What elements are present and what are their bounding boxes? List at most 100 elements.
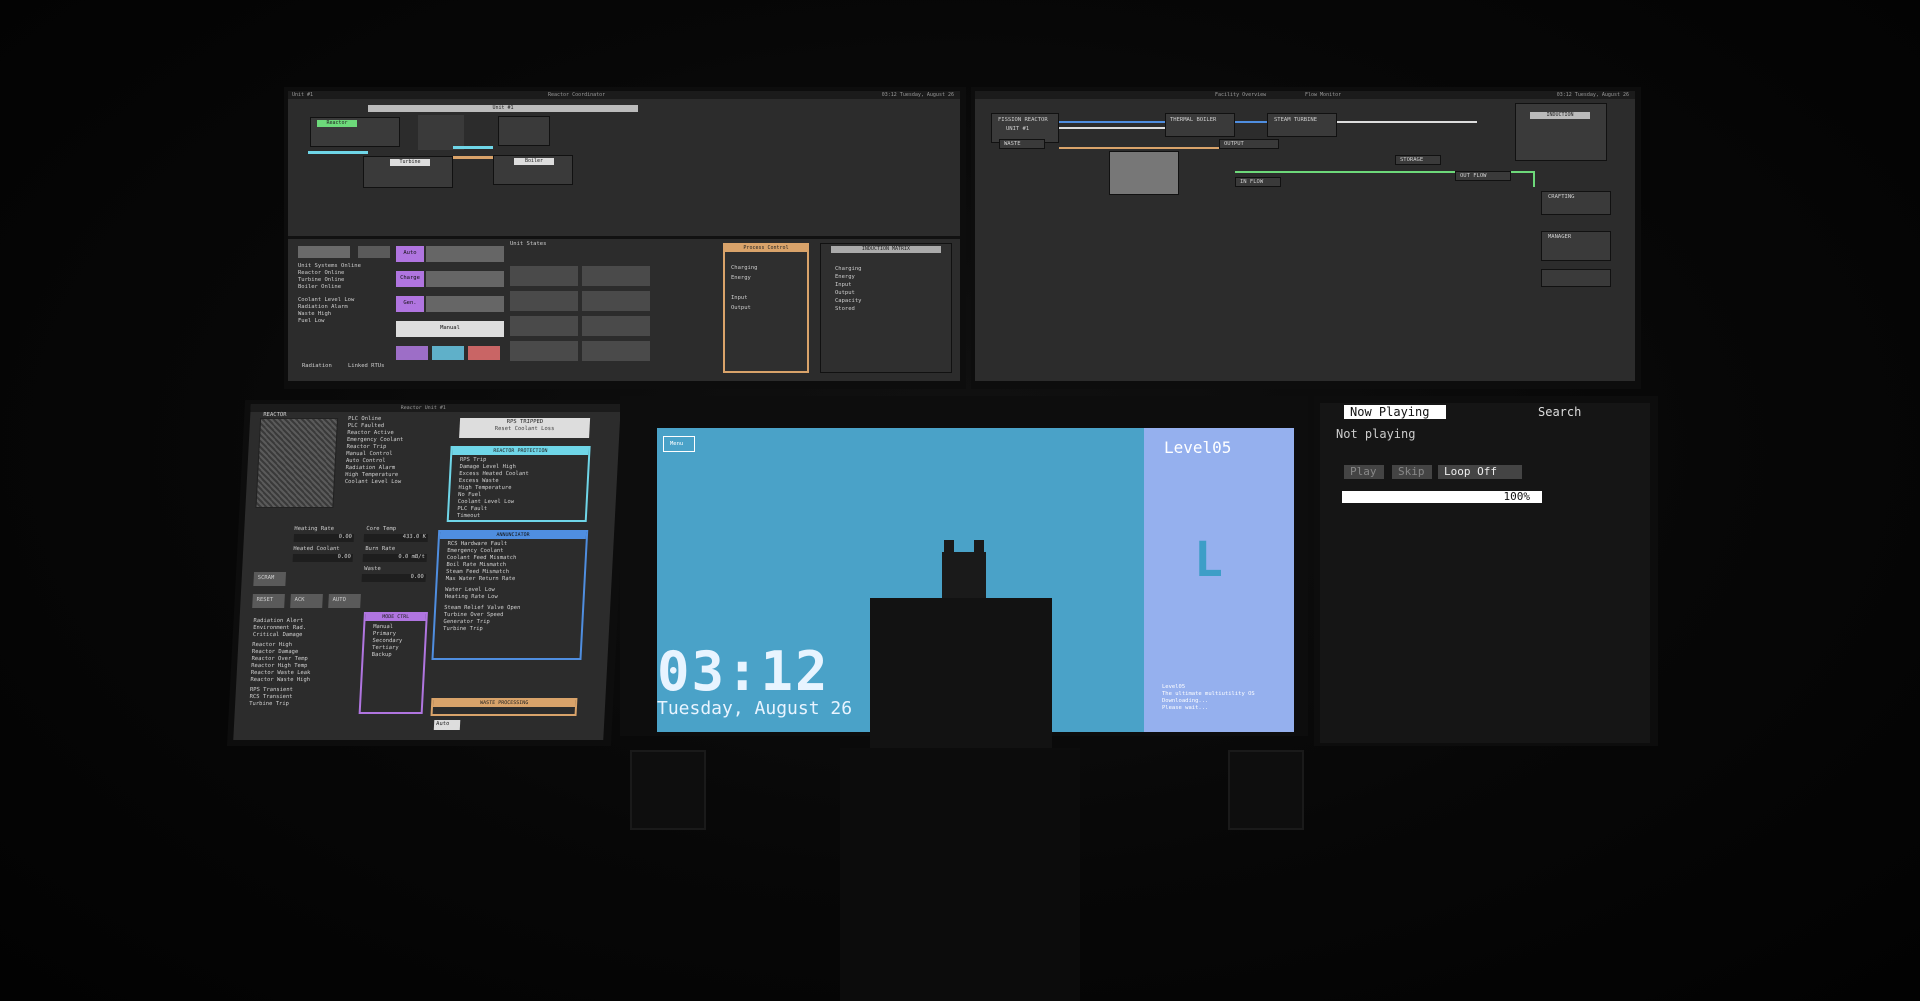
heated-value: 0.00 — [337, 554, 351, 560]
node-central[interactable] — [1109, 151, 1179, 195]
monitor-top-left: Unit #1 Reactor Coordinator 03:12 Tuesda… — [284, 87, 966, 389]
small-box-2: OUTPUT — [1219, 139, 1279, 149]
turbine-title: Turbine — [390, 159, 430, 166]
flow-line-orange — [1059, 147, 1229, 149]
media-player-screen[interactable]: Now Playing Search Not playing Play Skip… — [1320, 403, 1650, 743]
player-body — [870, 598, 1052, 748]
charge-button[interactable]: Charge — [396, 271, 424, 287]
readout-3: Input — [731, 295, 748, 301]
manual-button[interactable]: Manual — [396, 321, 504, 337]
reset-button[interactable]: RESET — [252, 594, 285, 608]
readout-heated-label: Heated Coolant — [293, 546, 340, 552]
small-box-6: CRAFTING — [1541, 191, 1611, 215]
waste-auto-label: Auto — [435, 721, 450, 727]
scram-button[interactable]: SCRAM — [253, 572, 287, 586]
screen-reactor-coordinator[interactable]: Unit #1 Reactor Coordinator 03:12 Tuesda… — [288, 91, 960, 381]
unit-state-6[interactable] — [582, 316, 650, 336]
mode-line-4[interactable]: Tertiary — [372, 645, 402, 652]
bar-left: Facility Overview — [1215, 92, 1267, 98]
readout-waste-label: Waste — [364, 566, 381, 572]
mode-line-5[interactable]: Backup — [371, 652, 401, 659]
unit-state-7[interactable] — [510, 341, 578, 361]
annunc-line-10: Turbine Over Speed — [443, 612, 504, 618]
ind-readout-1: Charging — [835, 266, 862, 272]
player-head — [942, 552, 986, 598]
status-line-2: Reactor Online — [298, 270, 345, 276]
unit-state-1[interactable] — [510, 266, 578, 286]
small-box-4: IN FLOW — [1235, 177, 1281, 187]
tab-now-playing[interactable]: Now Playing — [1344, 405, 1446, 419]
waste-auto-button[interactable]: Auto — [433, 720, 461, 730]
node-steam-turbine[interactable]: STEAM TURBINE — [1267, 113, 1337, 137]
mode-panel: MODE CTRL Manual Primary Secondary Terti… — [358, 612, 428, 714]
left-line-10: RPS Transient — [249, 687, 294, 693]
unit-state-2[interactable] — [582, 266, 650, 286]
color-swatch-1[interactable] — [396, 346, 428, 360]
gen-label: Gen. — [403, 300, 417, 306]
small-box-3: STORAGE — [1395, 155, 1441, 165]
menu-button[interactable]: Menu — [663, 436, 695, 452]
turbine-box: Turbine — [363, 156, 453, 188]
left-line-11: RCS Transient — [249, 694, 293, 700]
node-induction[interactable]: INDUCTION — [1515, 103, 1607, 161]
rps-line-2: Damage Level High — [459, 464, 517, 470]
alarm-line-2: Radiation Alarm — [298, 304, 348, 310]
volume-slider[interactable]: 100% — [1342, 491, 1542, 503]
unit-state-8[interactable] — [582, 341, 650, 361]
loop-button[interactable]: Loop Off — [1438, 465, 1522, 479]
unit-label: Unit #1 — [368, 105, 638, 112]
side-text-2: The ultimate multiutility OS — [1162, 691, 1255, 697]
status-list: PLC Online PLC Faulted Reactor Active Em… — [345, 416, 405, 486]
status-9: High Temperature — [344, 472, 399, 478]
tab-search[interactable]: Search — [1538, 405, 1581, 419]
reactor-title: Reactor — [317, 120, 357, 127]
ack-button[interactable]: ACK — [290, 594, 323, 608]
small-box-1: WASTE — [999, 139, 1045, 149]
unit-state-4[interactable] — [582, 291, 650, 311]
gen-button[interactable]: Gen. — [396, 296, 424, 312]
waste-panel: WASTE PROCESSING — [430, 698, 578, 716]
charge-label: Charge — [400, 275, 420, 281]
left-line-5: Reactor Damage — [251, 649, 299, 655]
color-swatch-2[interactable] — [432, 346, 464, 360]
unit-state-3[interactable] — [510, 291, 578, 311]
status-7: Auto Control — [345, 458, 386, 464]
play-button[interactable]: Play — [1344, 465, 1384, 479]
readout-coretemp-value: 433.0 K — [363, 534, 429, 542]
node-thermal-boiler[interactable]: THERMAL BOILER — [1165, 113, 1235, 137]
coretemp-value: 433.0 K — [402, 534, 427, 540]
title-bar: Unit #1 Reactor Coordinator 03:12 Tuesda… — [288, 91, 960, 99]
small-monitor-right — [1228, 750, 1304, 830]
color-swatch-3[interactable] — [468, 346, 500, 360]
status-2: PLC Faulted — [347, 423, 385, 429]
flow-line-blue — [1059, 121, 1165, 123]
unit-state-5[interactable] — [510, 316, 578, 336]
mode-line-3[interactable]: Secondary — [372, 638, 402, 645]
ack-label: ACK — [294, 597, 305, 603]
reactor-id: REACTOR — [263, 412, 287, 418]
screen-flow-monitor[interactable]: Facility Overview Flow Monitor 03:12 Tue… — [975, 91, 1635, 381]
pc-button-2[interactable] — [358, 246, 390, 258]
side-text: Level05 The ultimate multiutility OS Dow… — [1162, 684, 1255, 712]
mode-line-2[interactable]: Primary — [373, 631, 403, 638]
screen-reactor-unit[interactable]: Reactor Unit #1 REACTOR PLC Online PLC F… — [233, 404, 621, 740]
mode-line-1[interactable]: Manual — [373, 624, 403, 631]
status-6: Manual Control — [346, 451, 393, 457]
auto-button[interactable]: Auto — [396, 246, 424, 262]
readout-waste-value: 0.00 — [361, 574, 426, 582]
small-box-5: OUT FLOW — [1455, 171, 1511, 181]
readout-coretemp-label: Core Temp — [366, 526, 397, 532]
pc-button-1[interactable] — [298, 246, 350, 258]
auto-button-bl[interactable]: AUTO — [328, 594, 361, 608]
small-box-2-label: OUTPUT — [1224, 141, 1244, 147]
rps-tripped-button[interactable]: RPS TRIPPED Reset Coolant Loss — [459, 418, 591, 438]
skip-button[interactable]: Skip — [1392, 465, 1432, 479]
status-line-4: Boiler Online — [298, 284, 342, 290]
annunc-line-11: Generator Trip — [443, 619, 490, 625]
rps-line-8: PLC Fault — [457, 506, 488, 512]
auto-bar — [426, 246, 504, 262]
status-list: Unit Systems Online Reactor Online Turbi… — [298, 263, 361, 325]
readout-4: Output — [731, 305, 751, 311]
rps-panel-title: REACTOR PROTECTION — [452, 448, 589, 455]
waste-value: 0.00 — [410, 574, 424, 580]
